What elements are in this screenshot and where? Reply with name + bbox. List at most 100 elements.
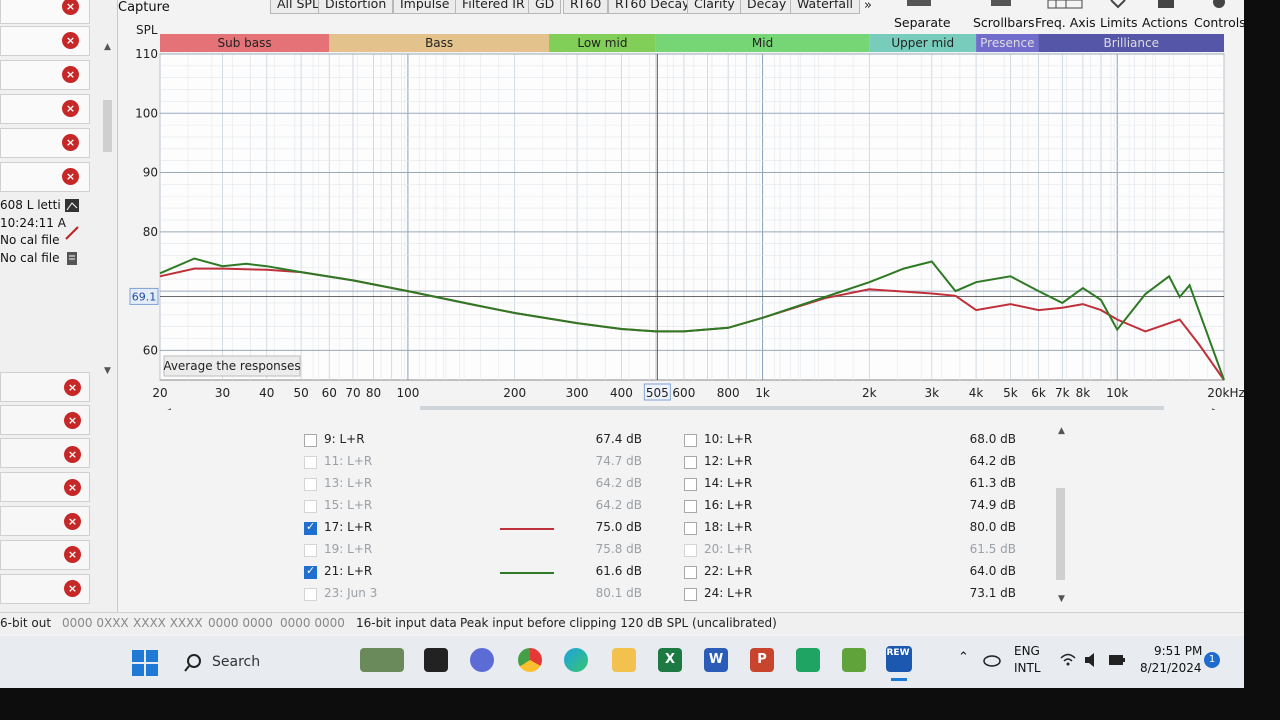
list-item[interactable]: 13: L+R 64.2 dB bbox=[304, 475, 664, 495]
measurement-checkbox[interactable] bbox=[684, 522, 697, 535]
tab-filtered-ir[interactable]: Filtered IR bbox=[455, 0, 532, 14]
taskbar-app-icon[interactable] bbox=[424, 648, 448, 672]
spl-graph[interactable]: Sub bass Bass Low mid Mid Upper mid Presence B… bbox=[120, 18, 1244, 410]
measurement-checkbox[interactable] bbox=[684, 544, 697, 557]
remove-measurement-icon[interactable]: × bbox=[62, 32, 79, 49]
list-item[interactable]: 14: L+R 61.3 dB bbox=[684, 475, 1024, 495]
search-icon[interactable] bbox=[184, 654, 202, 672]
bit-field: 0000 0000 bbox=[208, 616, 273, 630]
windows-start-icon[interactable] bbox=[132, 650, 158, 676]
battery-icon[interactable] bbox=[1108, 653, 1126, 667]
list-item[interactable]: 24: L+R 73.1 dB bbox=[684, 585, 1024, 605]
excel-icon[interactable]: X bbox=[658, 648, 682, 672]
tab-rt60[interactable]: RT60 bbox=[563, 0, 609, 14]
list-scrollbar[interactable] bbox=[1056, 488, 1065, 580]
pen-icon[interactable] bbox=[64, 225, 80, 240]
chrome-icon[interactable] bbox=[518, 648, 542, 672]
spl-graph-svg[interactable]: Sub bass Bass Low mid Mid Upper mid Presence B… bbox=[120, 18, 1244, 410]
remove-measurement-icon[interactable]: × bbox=[64, 379, 81, 396]
measurement-checkbox[interactable] bbox=[304, 434, 317, 447]
measurement-level: 61.3 dB bbox=[969, 476, 1016, 490]
taskbar-app-icon[interactable] bbox=[360, 648, 404, 672]
edge-icon[interactable] bbox=[564, 648, 588, 672]
sheets-icon[interactable] bbox=[796, 648, 820, 672]
list-item[interactable]: 9: L+R 67.4 dB bbox=[304, 431, 664, 451]
list-item[interactable]: 11: L+R 74.7 dB bbox=[304, 453, 664, 473]
list-scroll-down-icon[interactable]: ▼ bbox=[1058, 594, 1065, 604]
panel-scrollbar[interactable] bbox=[103, 100, 112, 152]
remove-measurement-icon[interactable]: × bbox=[62, 134, 79, 151]
taskbar-app-icon[interactable] bbox=[470, 648, 494, 672]
remove-measurement-icon[interactable]: × bbox=[62, 66, 79, 83]
measurement-checkbox[interactable] bbox=[304, 544, 317, 557]
x-tick-label: 60 bbox=[322, 386, 337, 400]
measurement-level: 75.0 dB bbox=[595, 520, 642, 534]
tab-distortion[interactable]: Distortion bbox=[318, 0, 394, 14]
tab-rt60-decay[interactable]: RT60 Decay bbox=[608, 0, 697, 14]
measurement-checkbox[interactable] bbox=[684, 566, 697, 579]
capture-label[interactable]: Capture bbox=[118, 0, 170, 15]
measurement-name: 15: L+R bbox=[324, 498, 373, 512]
average-button-label[interactable]: Average the responses bbox=[163, 359, 300, 373]
measurement-checkbox[interactable] bbox=[304, 478, 317, 491]
list-item[interactable]: 12: L+R 64.2 dB bbox=[684, 453, 1024, 473]
tab-clarity[interactable]: Clarity bbox=[687, 0, 742, 14]
remove-measurement-icon[interactable]: × bbox=[62, 168, 79, 185]
measurement-checkbox[interactable] bbox=[304, 564, 317, 579]
file-explorer-icon[interactable] bbox=[612, 648, 636, 672]
remove-measurement-icon[interactable]: × bbox=[64, 479, 81, 496]
list-item[interactable]: 21: L+R 61.6 dB bbox=[304, 563, 664, 583]
list-item[interactable]: 18: L+R 80.0 dB bbox=[684, 519, 1024, 539]
list-item[interactable]: 17: L+R 75.0 dB bbox=[304, 519, 664, 539]
tab-waterfall[interactable]: Waterfall bbox=[790, 0, 860, 14]
tab-gd[interactable]: GD bbox=[528, 0, 562, 14]
list-item[interactable]: 20: L+R 61.5 dB bbox=[684, 541, 1024, 561]
notification-badge-icon[interactable]: 1 bbox=[1204, 652, 1220, 668]
list-scroll-up-icon[interactable]: ▲ bbox=[1058, 426, 1065, 436]
list-item[interactable]: 10: L+R 68.0 dB bbox=[684, 431, 1024, 451]
scroll-up-icon[interactable]: ▲ bbox=[104, 42, 111, 52]
x-tick-label: 600 bbox=[672, 386, 695, 400]
measurement-level: 75.8 dB bbox=[595, 542, 642, 556]
remove-measurement-icon[interactable]: × bbox=[64, 446, 81, 463]
remove-measurement-icon[interactable]: × bbox=[62, 100, 79, 117]
wifi-icon[interactable] bbox=[1060, 653, 1076, 667]
list-item[interactable]: 23: Jun 3 80.1 dB bbox=[304, 585, 664, 605]
clock-date[interactable]: 8/21/2024 bbox=[1140, 661, 1202, 675]
tray-chevron-icon[interactable]: ⌃ bbox=[958, 650, 969, 665]
layout-indicator[interactable]: INTL bbox=[1014, 661, 1041, 675]
remove-measurement-icon[interactable]: × bbox=[64, 580, 81, 597]
measurement-checkbox[interactable] bbox=[684, 456, 697, 469]
measurement-checkbox[interactable] bbox=[684, 478, 697, 491]
taskbar-app-icon[interactable] bbox=[842, 648, 866, 672]
volume-icon[interactable] bbox=[1084, 652, 1100, 668]
cloud-icon[interactable] bbox=[983, 653, 1001, 667]
measurement-checkbox[interactable] bbox=[684, 500, 697, 513]
list-item[interactable]: 16: L+R 74.9 dB bbox=[684, 497, 1024, 517]
language-indicator[interactable]: ENG bbox=[1014, 644, 1040, 658]
scroll-down-icon[interactable]: ▼ bbox=[104, 366, 111, 376]
list-item[interactable]: 15: L+R 64.2 dB bbox=[304, 497, 664, 517]
tab-decay[interactable]: Decay bbox=[740, 0, 794, 14]
word-icon[interactable]: W bbox=[704, 648, 728, 672]
list-item[interactable]: 19: L+R 75.8 dB bbox=[304, 541, 664, 561]
measurement-checkbox[interactable] bbox=[684, 588, 697, 601]
remove-measurement-icon[interactable]: × bbox=[64, 412, 81, 429]
tab-impulse[interactable]: Impulse bbox=[393, 0, 457, 14]
measurement-checkbox[interactable] bbox=[684, 434, 697, 447]
bit-field: 0000 0XXX bbox=[62, 616, 129, 630]
remove-measurement-icon[interactable]: × bbox=[64, 513, 81, 530]
measurement-checkbox[interactable] bbox=[304, 456, 317, 469]
list-item[interactable]: 22: L+R 64.0 dB bbox=[684, 563, 1024, 583]
taskbar-search[interactable]: Search bbox=[212, 654, 260, 670]
measurement-checkbox[interactable] bbox=[304, 588, 317, 601]
rew-icon[interactable]: REW bbox=[886, 646, 912, 672]
clock-time[interactable]: 9:51 PM bbox=[1154, 644, 1202, 658]
document-icon[interactable] bbox=[64, 251, 80, 266]
more-tabs-chevron-icon[interactable]: » bbox=[864, 0, 872, 13]
powerpoint-icon[interactable]: P bbox=[750, 648, 774, 672]
remove-measurement-icon[interactable]: × bbox=[64, 546, 81, 563]
chart-edit-icon[interactable] bbox=[64, 198, 80, 213]
measurement-checkbox[interactable] bbox=[304, 500, 317, 513]
measurement-checkbox[interactable] bbox=[304, 520, 317, 535]
